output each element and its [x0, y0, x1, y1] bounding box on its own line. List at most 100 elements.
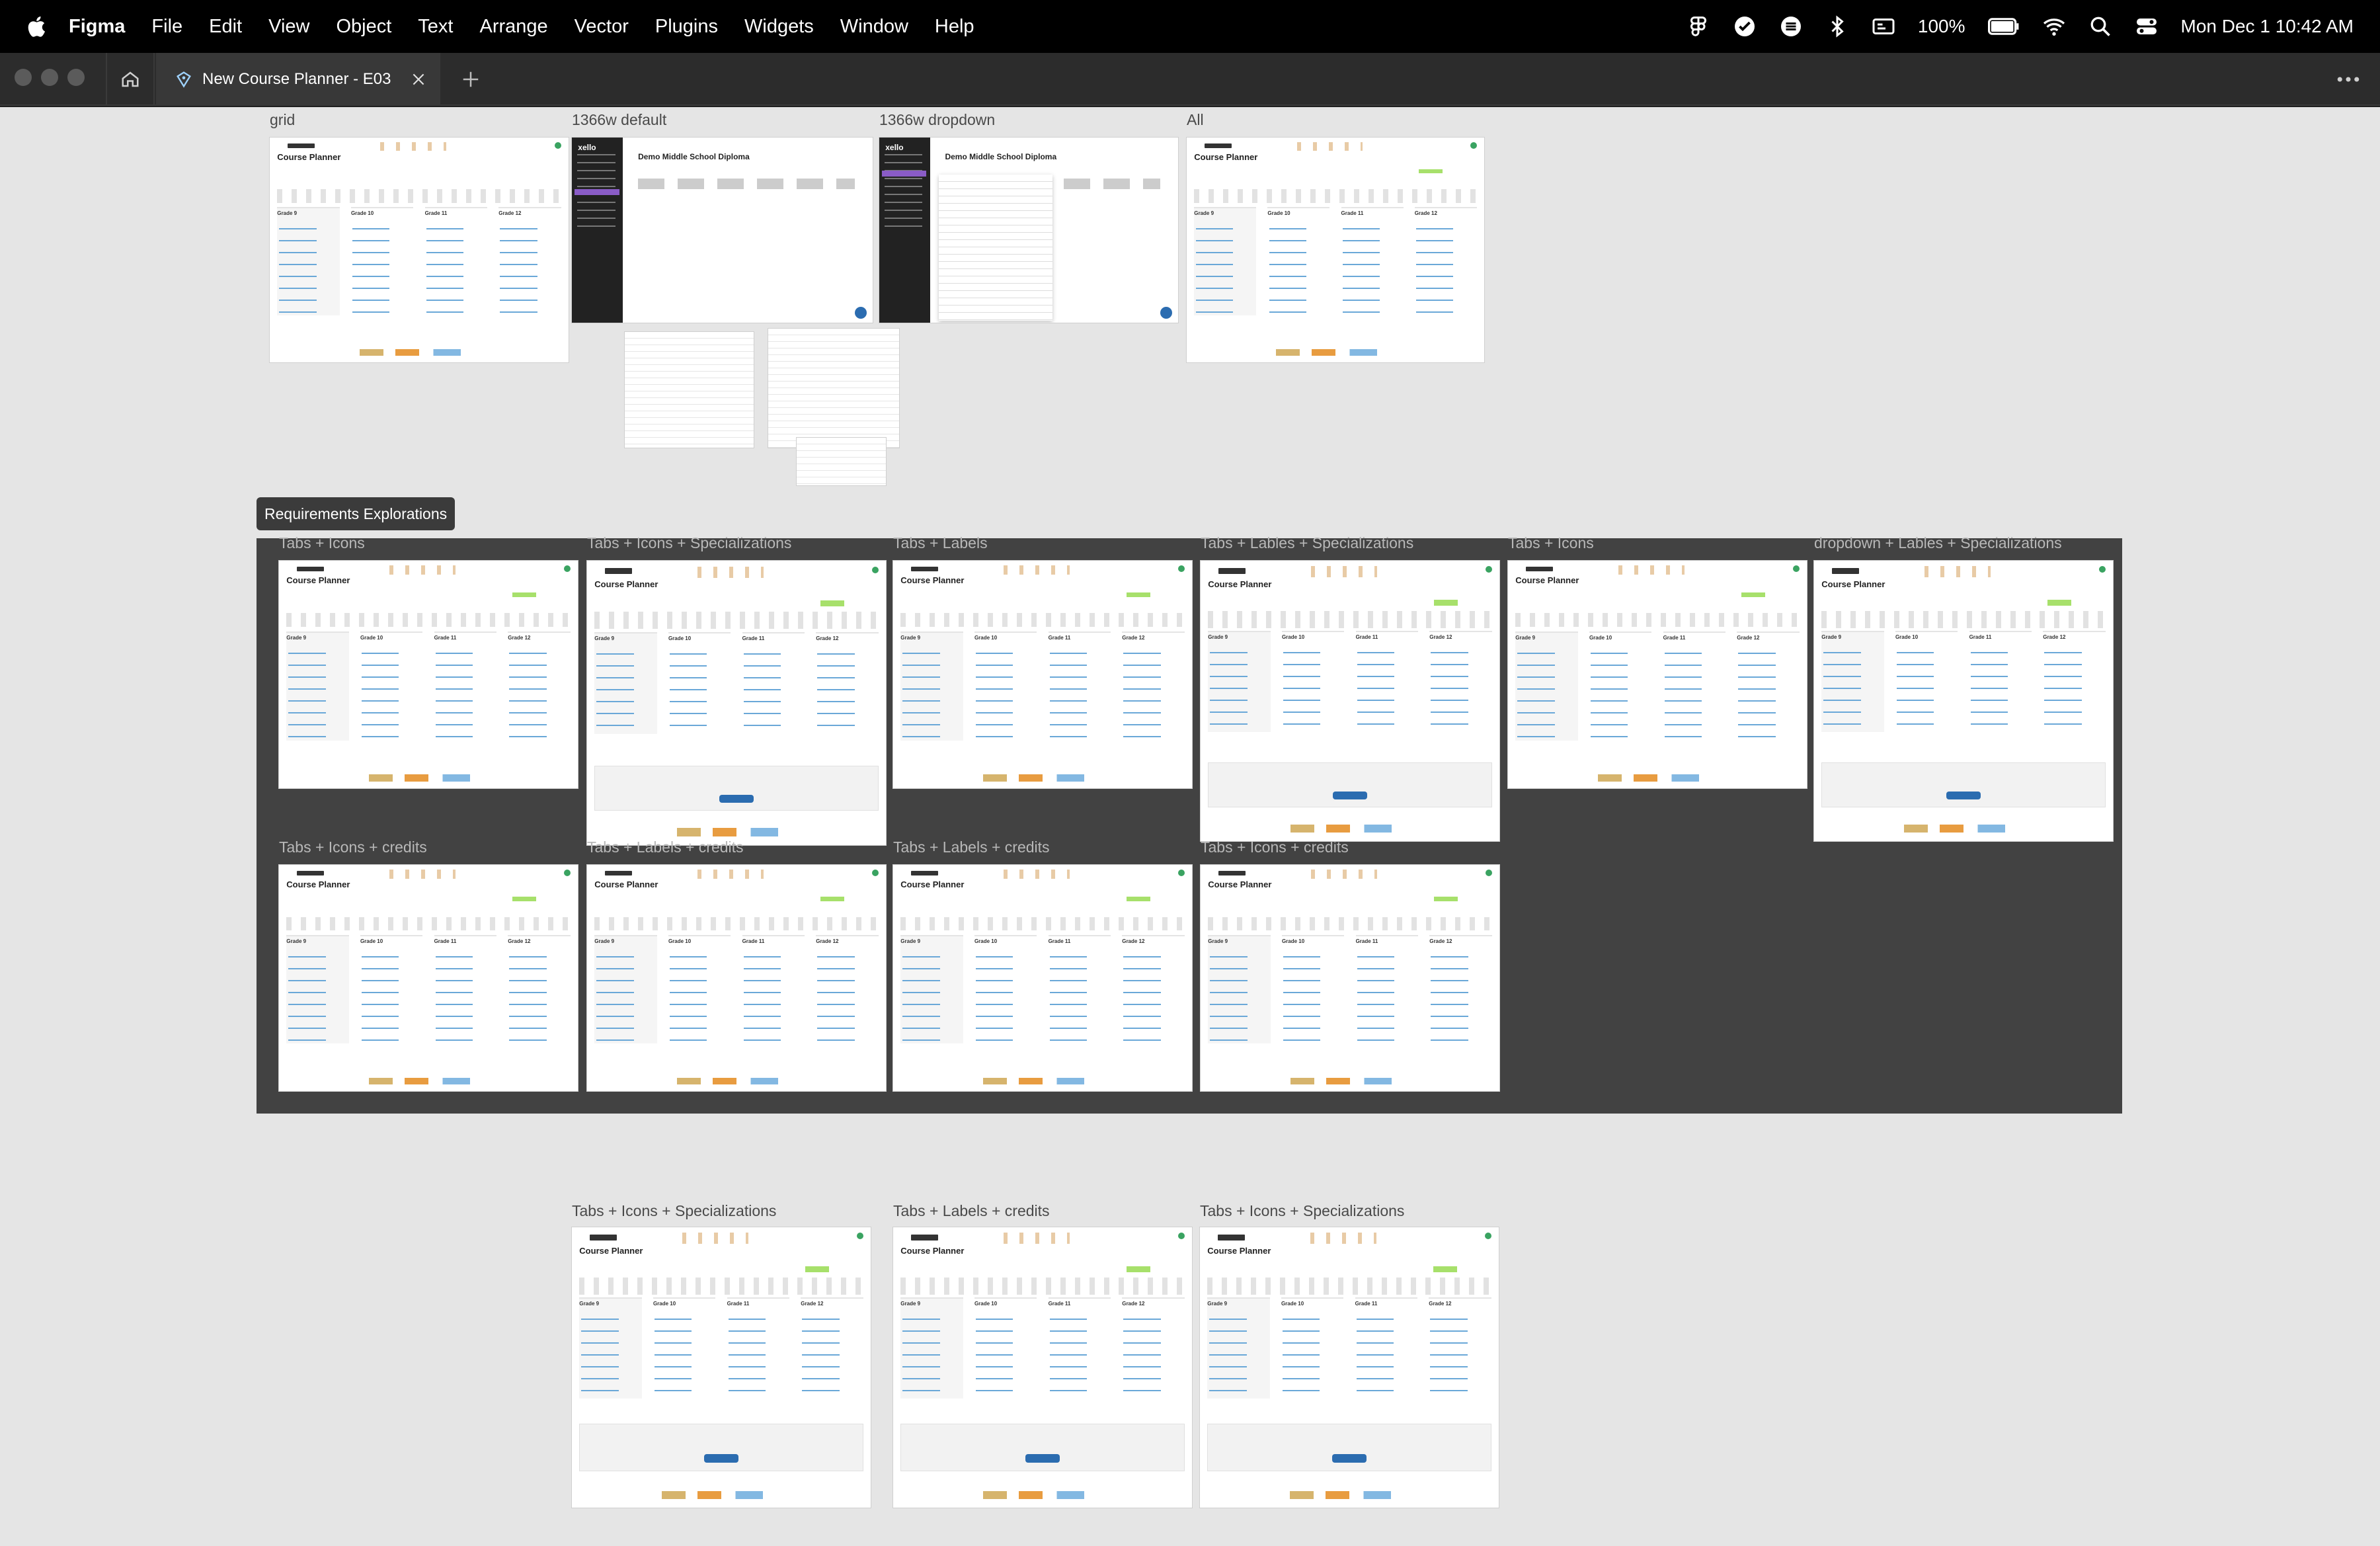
dropdown-menu: [939, 175, 1053, 321]
avatar: [1470, 142, 1477, 149]
frame-title: Course Planner: [594, 879, 658, 890]
plus-icon: [463, 71, 479, 87]
grade-header: Grade 12: [508, 938, 531, 945]
frame-tabs-labels-credits[interactable]: Course Planner Grade 9 Grade 10 Grade 11 Gr…: [587, 865, 886, 1091]
frame-label[interactable]: Tabs + Labels + credits: [587, 838, 744, 856]
grade-header: Grade 11: [742, 938, 765, 945]
frame-label[interactable]: Tabs + Lables + Specializations: [1201, 534, 1413, 552]
frame-label[interactable]: Tabs + Icons + credits: [1201, 838, 1349, 856]
wifi-icon[interactable]: [2042, 15, 2066, 38]
frame-label[interactable]: grid: [270, 111, 295, 129]
battery-icon[interactable]: [1987, 15, 2020, 38]
grade-header: Grade 9: [579, 1301, 600, 1307]
menu-help[interactable]: Help: [935, 16, 974, 38]
grade-header: Grade 12: [1122, 1301, 1145, 1307]
frame-title: Course Planner: [1821, 579, 1885, 589]
frame-tabs-icons-2[interactable]: Course Planner Grade 9 Grade 10 Grade 11 Gr…: [1508, 561, 1807, 788]
section-label[interactable]: Requirements Explorations: [257, 497, 456, 530]
menu-widgets[interactable]: Widgets: [744, 16, 814, 38]
grade-header: Grade 11: [1969, 634, 1992, 640]
menu-window[interactable]: Window: [840, 16, 908, 38]
frame-label[interactable]: Tabs + Labels + credits: [893, 1202, 1050, 1220]
frame-label[interactable]: Tabs + Icons: [279, 534, 365, 552]
frame-label[interactable]: Tabs + Icons: [1508, 534, 1594, 552]
frame-popover-mock[interactable]: [625, 332, 754, 448]
frame-1366w-default[interactable]: xello Demo Middle School Diploma: [572, 138, 873, 323]
frame-1366w-dropdown[interactable]: xello Demo Middle School Diploma: [879, 138, 1178, 323]
new-tab-button[interactable]: [456, 65, 485, 94]
frame-tabs-icons-specializations[interactable]: Course Planner Grade 9 Grade 10 Grade 11 Gr…: [587, 561, 886, 845]
grade-header: Grade 9: [1208, 938, 1228, 945]
frame-all[interactable]: Course Planner Grade 9 Grade 10 Grade 11…: [1187, 138, 1484, 362]
frame-label[interactable]: 1366w default: [572, 111, 666, 129]
frame-grid[interactable]: Course Planner Grade 9 Grade 10 Grade 11…: [270, 138, 569, 362]
menubar-clock[interactable]: Mon Dec 1 10:42 AM: [2181, 16, 2354, 37]
vpn-icon[interactable]: [1733, 15, 1757, 38]
logo-text: xello: [885, 143, 904, 153]
menu-plugins[interactable]: Plugins: [655, 16, 718, 38]
grade-header: Grade 9: [1821, 634, 1842, 640]
frame-tabs-icons-specializations-2[interactable]: Course Planner Grade 9 Grade 10 Grade 11 Gr…: [572, 1227, 871, 1508]
ellipsis-icon: [2337, 77, 2360, 82]
window-minimize-button[interactable]: [41, 69, 58, 86]
frame-title: Course Planner: [277, 152, 341, 163]
window-zoom-button[interactable]: [67, 69, 85, 86]
grade-header: Grade 10: [974, 634, 998, 641]
frame-dropdown-lables-specializations[interactable]: Course Planner Grade 9 Grade 10 Grade 11 Gr…: [1814, 561, 2113, 841]
frame-label[interactable]: Tabs + Labels + credits: [893, 838, 1050, 856]
frame-popover-mock[interactable]: [768, 329, 899, 448]
window-close-button[interactable]: [15, 69, 32, 86]
frame-tabs-labels-credits-2[interactable]: Course Planner Grade 9 Grade 10 Grade 11 Gr…: [893, 865, 1192, 1091]
frame-label[interactable]: All: [1187, 111, 1204, 129]
bluetooth-icon[interactable]: [1825, 15, 1849, 38]
frame-tabs-icons[interactable]: Course Planner Grade 9 Grade 10 Grade 11 Gr…: [279, 561, 578, 788]
more-options-button[interactable]: [2334, 65, 2363, 94]
grade-header: Grade 11: [1341, 210, 1364, 217]
macos-menubar: Figma File Edit View Object Text Arrange…: [0, 0, 2380, 53]
frame-label[interactable]: Tabs + Icons + credits: [279, 838, 427, 856]
frame-tabs-icons-specializations-3[interactable]: Course Planner Grade 9 Grade 10 Grade 11 Gr…: [1200, 1227, 1499, 1508]
close-tab-icon[interactable]: [410, 71, 427, 88]
frame-label[interactable]: Tabs + Icons + Specializations: [572, 1202, 776, 1220]
menu-edit[interactable]: Edit: [209, 16, 242, 38]
display-icon[interactable]: [1872, 15, 1895, 38]
section-requirements-explorations[interactable]: Tabs + Icons Tabs + Icons + Specializati…: [257, 534, 2122, 1114]
frame-label[interactable]: 1366w dropdown: [879, 111, 995, 129]
grade-header: Grade 11: [1355, 938, 1378, 945]
grade-header: Grade 12: [801, 1301, 824, 1307]
frame-tabs-labels[interactable]: Course Planner Grade 9 Grade 10 Grade 11 Gr…: [893, 561, 1192, 788]
frame-label[interactable]: Tabs + Labels: [893, 534, 988, 552]
stack-icon[interactable]: [1779, 15, 1803, 38]
frame-tabs-icons-credits-2[interactable]: Course Planner Grade 9 Grade 10 Grade 11 Gr…: [1201, 865, 1499, 1091]
frame-tabs-lables-specializations[interactable]: Course Planner Grade 9 Grade 10 Grade 11 Gr…: [1201, 561, 1499, 841]
frame-popover-mock[interactable]: [797, 438, 886, 485]
figma-tray-icon[interactable]: [1686, 15, 1710, 38]
control-center-icon[interactable]: [2135, 15, 2159, 38]
grade-header: Grade 9: [1194, 210, 1214, 217]
spotlight-search-icon[interactable]: [2088, 15, 2112, 38]
menu-view[interactable]: View: [268, 16, 309, 38]
frame-label[interactable]: dropdown + Lables + Specializations: [1814, 534, 2062, 552]
apple-menu-icon[interactable]: [25, 15, 46, 38]
grade-header: Grade 9: [286, 938, 307, 945]
grade-header: Grade 10: [668, 938, 692, 945]
frame-tabs-icons-credits[interactable]: Course Planner Grade 9 Grade 10 Grade 11 Gr…: [279, 865, 578, 1091]
grade-header: Grade 10: [668, 635, 692, 641]
menu-object[interactable]: Object: [336, 16, 391, 38]
grade-header: Grade 9: [594, 938, 615, 945]
home-tab[interactable]: [106, 53, 155, 106]
avatar: [1484, 1233, 1491, 1240]
frame-label[interactable]: Tabs + Icons + Specializations: [1200, 1202, 1404, 1220]
frame-title: Course Planner: [1515, 575, 1579, 586]
frame-label[interactable]: Tabs + Icons + Specializations: [587, 534, 791, 552]
menu-arrange[interactable]: Arrange: [479, 16, 547, 38]
avatar: [2098, 566, 2106, 573]
menu-text[interactable]: Text: [418, 16, 453, 38]
menu-file[interactable]: File: [151, 16, 182, 38]
frame-tabs-labels-credits-3[interactable]: Course Planner Grade 9 Grade 10 Grade 11 Gr…: [893, 1227, 1192, 1508]
figma-canvas[interactable]: grid Course Planner Grade 9 Grade 10 Gra…: [0, 107, 2380, 1546]
menu-vector[interactable]: Vector: [575, 16, 629, 38]
menu-app-figma[interactable]: Figma: [69, 16, 125, 38]
file-tab-active[interactable]: New Course Planner - E03: [156, 53, 440, 106]
grade-header: Grade 11: [434, 938, 457, 945]
